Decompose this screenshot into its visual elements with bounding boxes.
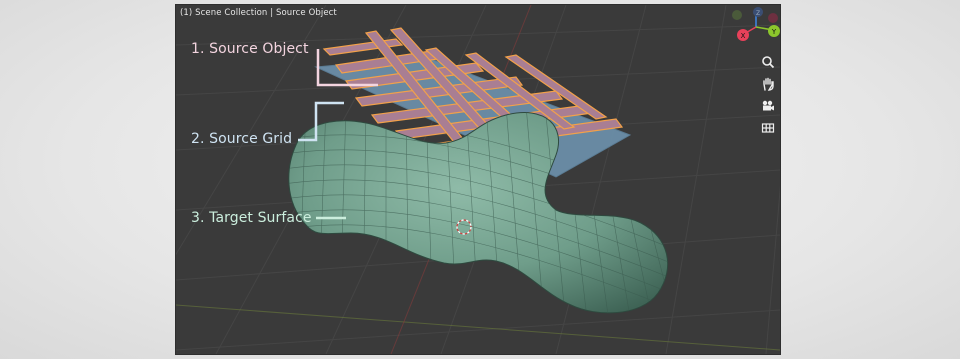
viewport-breadcrumb: (1) Scene Collection | Source Object bbox=[180, 8, 337, 18]
camera-icon[interactable] bbox=[759, 97, 777, 115]
callout-source-object: 1. Source Object bbox=[191, 41, 309, 57]
hand-pan-icon[interactable] bbox=[759, 75, 777, 93]
grid-view-icon[interactable] bbox=[759, 119, 777, 137]
scene-canvas[interactable]: X Y Z bbox=[176, 5, 780, 354]
gizmo-y-label: Y bbox=[771, 28, 777, 36]
gizmo-z-label: Z bbox=[756, 10, 760, 17]
zoom-icon[interactable] bbox=[759, 53, 777, 71]
gizmo-x-label: X bbox=[741, 32, 746, 40]
callout-source-grid: 2. Source Grid bbox=[191, 131, 292, 147]
gizmo-neg-x-icon[interactable] bbox=[768, 13, 778, 23]
3d-viewport[interactable]: X Y Z (1) Scene Collection | Source Obje… bbox=[176, 5, 780, 354]
callout-target-surface: 3. Target Surface bbox=[191, 210, 312, 226]
callout-source-object-label: 1. Source Object bbox=[191, 41, 309, 57]
y-axis-line bbox=[176, 304, 780, 351]
callout-target-surface-label: 3. Target Surface bbox=[191, 210, 312, 226]
callout-source-grid-label: 2. Source Grid bbox=[191, 131, 293, 147]
gizmo-neg-y-icon[interactable] bbox=[732, 10, 742, 20]
navigation-gizmo: X Y Z bbox=[732, 7, 780, 41]
